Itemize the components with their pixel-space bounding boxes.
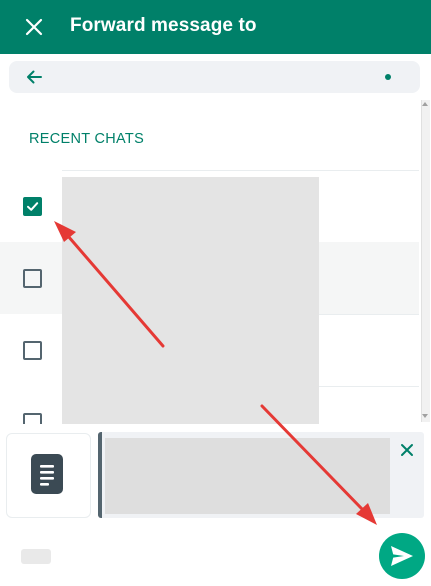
page-title: Forward message to <box>70 15 257 36</box>
checkbox[interactable] <box>23 269 42 288</box>
typing-indicator-dot <box>385 74 391 80</box>
quoted-message <box>98 432 424 518</box>
close-icon[interactable] <box>399 442 415 458</box>
redacted-message-content <box>105 438 390 514</box>
section-title: RECENT CHATS <box>29 131 145 147</box>
send-button[interactable] <box>379 533 425 579</box>
checkbox[interactable] <box>23 413 42 424</box>
scroll-down-icon[interactable] <box>422 414 428 418</box>
recipient-chip <box>21 549 51 564</box>
redacted-contacts <box>62 177 319 424</box>
checkbox[interactable] <box>23 341 42 360</box>
checkmark-icon <box>27 202 39 211</box>
checkbox-checked[interactable] <box>23 197 42 216</box>
scroll-up-icon[interactable] <box>422 102 428 106</box>
document-icon <box>31 454 63 494</box>
divider <box>62 170 419 171</box>
search-bar[interactable] <box>9 61 420 93</box>
close-icon[interactable] <box>22 15 46 39</box>
forward-header: Forward message to <box>0 0 431 54</box>
send-icon <box>391 546 413 566</box>
quote-bar <box>98 432 102 518</box>
scrollbar-thumb[interactable] <box>421 100 430 422</box>
arrow-left-icon[interactable] <box>24 67 44 87</box>
